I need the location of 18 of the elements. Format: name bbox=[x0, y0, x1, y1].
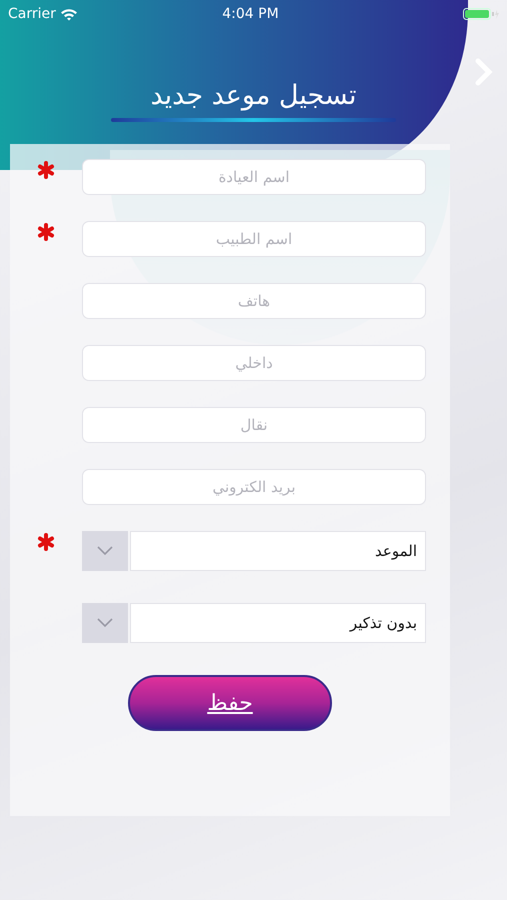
dropdown-field[interactable]: بدون تذكير bbox=[130, 603, 426, 644]
input-field[interactable]: هاتف bbox=[82, 283, 426, 320]
input-field[interactable]: اسم الطبيب bbox=[82, 221, 426, 258]
chevron-down-icon bbox=[97, 546, 113, 556]
input-field[interactable]: اسم العيادة bbox=[82, 159, 426, 196]
status-time: 4:04 PM bbox=[222, 4, 279, 24]
input-field[interactable]: داخلي bbox=[82, 345, 426, 382]
battery-icon bbox=[463, 8, 499, 20]
page-title: تسجيل موعد جديد bbox=[150, 80, 357, 111]
dropdown-field[interactable]: الموعد bbox=[130, 531, 426, 572]
input-field[interactable]: نقال bbox=[82, 407, 426, 444]
wifi-icon bbox=[60, 8, 78, 20]
save-button[interactable]: حفظ bbox=[128, 675, 332, 732]
dropdown-button[interactable] bbox=[82, 603, 128, 644]
chevron-down-icon bbox=[97, 618, 113, 628]
input-field[interactable]: بريد الكتروني bbox=[82, 469, 426, 506]
dropdown-button[interactable] bbox=[82, 531, 128, 572]
carrier-label: Carrier bbox=[8, 4, 56, 24]
